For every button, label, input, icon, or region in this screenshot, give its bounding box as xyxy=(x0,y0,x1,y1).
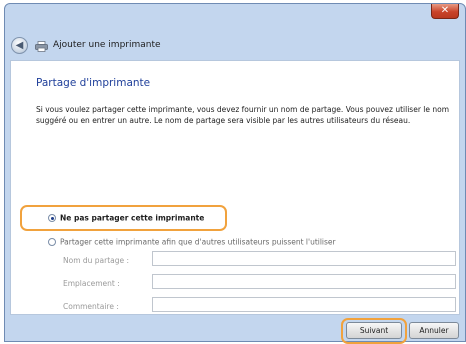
back-button[interactable]: ◀ xyxy=(11,37,28,54)
description-text: Si vous voulez partager cette imprimante… xyxy=(36,105,450,125)
no-share-label: Ne pas partager cette imprimante xyxy=(60,213,205,223)
window-header: ◀ Ajouter une imprimante xyxy=(5,29,465,61)
window-title: Ajouter une imprimante xyxy=(53,40,161,50)
location-input[interactable] xyxy=(152,274,456,289)
dialog-content: Partage d'imprimante Si vous voulez part… xyxy=(10,60,460,315)
share-name-label: Nom du partage : xyxy=(63,256,130,265)
comment-input[interactable] xyxy=(152,297,456,312)
no-share-radio[interactable] xyxy=(48,214,56,222)
page-title: Partage d'imprimante xyxy=(36,77,151,89)
close-icon: ✕ xyxy=(440,5,450,16)
cancel-button[interactable]: Annuler xyxy=(409,322,459,339)
add-printer-window: ✕ ◀ Ajouter une imprimante Partage d'imp… xyxy=(4,3,466,344)
printer-icon xyxy=(35,41,48,52)
share-label: Partager cette imprimante afin que d'aut… xyxy=(60,237,336,247)
back-arrow-icon: ◀ xyxy=(15,40,24,51)
comment-label: Commentaire : xyxy=(63,302,119,311)
share-radio[interactable] xyxy=(48,238,56,246)
next-button[interactable]: Suivant xyxy=(346,322,402,339)
no-share-option[interactable]: Ne pas partager cette imprimante xyxy=(48,213,204,223)
share-name-input[interactable] xyxy=(152,251,456,266)
location-label: Emplacement : xyxy=(63,279,120,288)
close-button[interactable]: ✕ xyxy=(431,4,459,19)
share-option[interactable]: Partager cette imprimante afin que d'aut… xyxy=(48,237,336,247)
